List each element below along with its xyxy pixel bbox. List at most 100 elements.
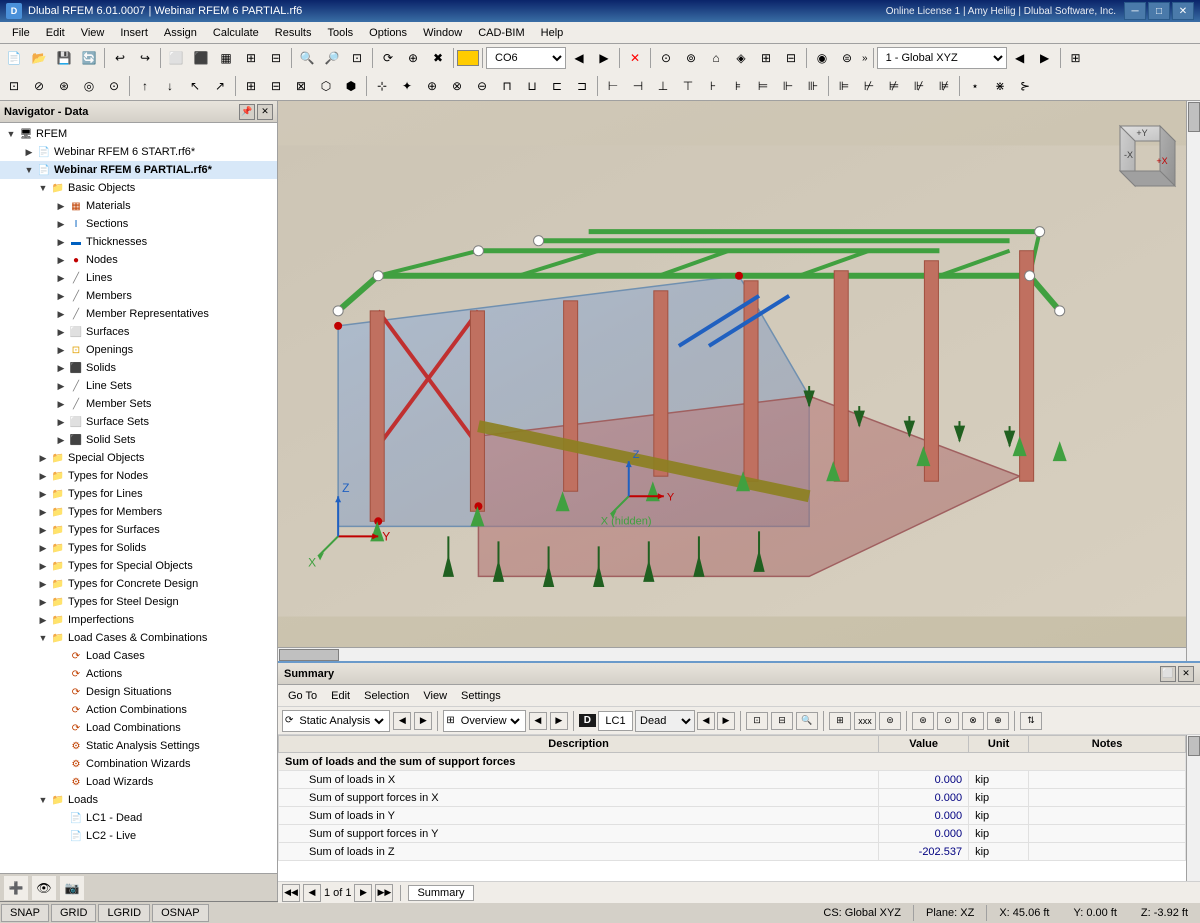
tb-disp[interactable]: ⊞ bbox=[1064, 46, 1088, 70]
tb-r3[interactable]: ✖ bbox=[426, 46, 450, 70]
tb2-b1[interactable]: ⊡ bbox=[2, 74, 26, 98]
viewport-vscrollbar[interactable] bbox=[1186, 101, 1200, 661]
viewport-hscroll-thumb[interactable] bbox=[279, 649, 339, 661]
osnap-btn[interactable]: OSNAP bbox=[152, 904, 209, 922]
tree-types-surfaces[interactable]: ▶ 📁 Types for Surfaces bbox=[0, 521, 277, 539]
tb2-b2[interactable]: ⊘ bbox=[27, 74, 51, 98]
sum-tb-icon-1[interactable]: ⊡ bbox=[746, 712, 768, 730]
tb-b1[interactable]: ⬜ bbox=[164, 46, 188, 70]
tb2-b33[interactable]: ⊫ bbox=[832, 74, 856, 98]
tree-openings[interactable]: ▶ ⊡ Openings bbox=[0, 341, 277, 359]
nav-pin-btn[interactable]: 📌 bbox=[239, 104, 255, 120]
tb2-b7[interactable]: ↓ bbox=[158, 74, 182, 98]
tb-r2[interactable]: ⊕ bbox=[401, 46, 425, 70]
tree-lc2[interactable]: 📄 LC2 - Live bbox=[0, 827, 277, 845]
tb2-b5[interactable]: ⊙ bbox=[102, 74, 126, 98]
co-dropdown[interactable]: CO6 bbox=[486, 47, 566, 69]
tb-icon-a[interactable]: ⊙ bbox=[654, 46, 678, 70]
summary-tab-label[interactable]: Summary bbox=[408, 885, 473, 901]
tb-refresh[interactable]: 🔄 bbox=[77, 46, 101, 70]
tb-b2[interactable]: ⬛ bbox=[189, 46, 213, 70]
tb2-b12[interactable]: ⊠ bbox=[289, 74, 313, 98]
tree-surfaces[interactable]: ▶ ⬜ Surfaces bbox=[0, 323, 277, 341]
tb-x-mark[interactable]: ✕ bbox=[623, 46, 647, 70]
tb2-b38[interactable]: ⋆ bbox=[963, 74, 987, 98]
tb-icon-b[interactable]: ⊚ bbox=[679, 46, 703, 70]
tb-view-next[interactable]: ▶ bbox=[1033, 46, 1057, 70]
tb2-b25[interactable]: ⊣ bbox=[626, 74, 650, 98]
nav-cube[interactable]: +Y -X +X bbox=[1100, 116, 1180, 196]
tb-save[interactable]: 💾 bbox=[52, 46, 76, 70]
lc-next-btn[interactable]: ▶ bbox=[717, 712, 735, 730]
tb-icon-g[interactable]: ◉ bbox=[810, 46, 834, 70]
summary-table-container[interactable]: Description Value Unit Notes Sum of load… bbox=[278, 735, 1186, 881]
sum-menu-settings[interactable]: Settings bbox=[455, 688, 507, 704]
tb-icon-e[interactable]: ⊞ bbox=[754, 46, 778, 70]
sum-tb-icon-7[interactable]: ⊛ bbox=[912, 712, 934, 730]
sum-tb-icon-3[interactable]: 🔍 bbox=[796, 712, 818, 730]
tree-types-lines[interactable]: ▶ 📁 Types for Lines bbox=[0, 485, 277, 503]
tree-lines[interactable]: ▶ ╱ Lines bbox=[0, 269, 277, 287]
tb2-b28[interactable]: ⊦ bbox=[701, 74, 725, 98]
viewport-vscroll-thumb[interactable] bbox=[1188, 102, 1200, 132]
tree-surface-sets[interactable]: ▶ ⬜ Surface Sets bbox=[0, 413, 277, 431]
nav-eye-btn[interactable]: 👁 bbox=[32, 876, 56, 900]
tree-load-cases[interactable]: ⟳ Load Cases bbox=[0, 647, 277, 665]
tb-b5[interactable]: ⊟ bbox=[264, 46, 288, 70]
color-box[interactable] bbox=[457, 50, 479, 66]
overview-control[interactable]: ⊞ Overview bbox=[443, 710, 525, 732]
tb-icon-c[interactable]: ⌂ bbox=[704, 46, 728, 70]
tb2-b8[interactable]: ↖ bbox=[183, 74, 207, 98]
view-dropdown[interactable]: 1 - Global XYZ bbox=[877, 47, 1007, 69]
lc-selector[interactable]: D Dead ◀ ▶ bbox=[579, 710, 735, 732]
tb-zoom-out[interactable]: 🔎 bbox=[320, 46, 344, 70]
tb-icon-d[interactable]: ◈ bbox=[729, 46, 753, 70]
page-prev-btn[interactable]: ◀ bbox=[303, 884, 321, 902]
sum-tb-icon-10[interactable]: ⊕ bbox=[987, 712, 1009, 730]
tb2-b24[interactable]: ⊢ bbox=[601, 74, 625, 98]
tb-co-prev[interactable]: ◀ bbox=[567, 46, 591, 70]
summary-expand-btn[interactable]: ⬜ bbox=[1160, 666, 1176, 682]
tb2-b37[interactable]: ⊯ bbox=[932, 74, 956, 98]
sum-menu-view[interactable]: View bbox=[417, 688, 453, 704]
tree-types-nodes[interactable]: ▶ 📁 Types for Nodes bbox=[0, 467, 277, 485]
sum-next-btn[interactable]: ▶ bbox=[414, 712, 432, 730]
tb2-b39[interactable]: ⋇ bbox=[988, 74, 1012, 98]
viewport-3d[interactable]: Y X Z Y X (hidden) bbox=[278, 101, 1200, 661]
tree-basic-objects[interactable]: ▼ 📁 Basic Objects bbox=[0, 179, 277, 197]
maximize-button[interactable]: □ bbox=[1148, 2, 1170, 20]
grid-btn[interactable]: GRID bbox=[51, 904, 97, 922]
menu-options[interactable]: Options bbox=[361, 25, 415, 41]
minimize-button[interactable]: ─ bbox=[1124, 2, 1146, 20]
lc-name-dropdown[interactable]: Dead bbox=[635, 710, 695, 732]
tree-imperfections[interactable]: ▶ 📁 Imperfections bbox=[0, 611, 277, 629]
tb-view-prev[interactable]: ◀ bbox=[1008, 46, 1032, 70]
analysis-type-control[interactable]: ⟳ Static Analysis bbox=[282, 710, 390, 732]
viewport-hscrollbar[interactable] bbox=[278, 647, 1186, 661]
tb-new[interactable]: 📄 bbox=[2, 46, 26, 70]
close-button[interactable]: ✕ bbox=[1172, 2, 1194, 20]
tb-redo[interactable]: ↪ bbox=[133, 46, 157, 70]
ov-next-btn[interactable]: ▶ bbox=[550, 712, 568, 730]
tb-fit[interactable]: ⊡ bbox=[345, 46, 369, 70]
sum-tb-icon-6[interactable]: ⊜ bbox=[879, 712, 901, 730]
menu-cad-bim[interactable]: CAD-BIM bbox=[470, 25, 532, 41]
tb2-b6[interactable]: ↑ bbox=[133, 74, 157, 98]
tb2-b17[interactable]: ⊕ bbox=[420, 74, 444, 98]
snap-btn[interactable]: SNAP bbox=[1, 904, 49, 922]
tb2-b35[interactable]: ⊭ bbox=[882, 74, 906, 98]
menu-file[interactable]: File bbox=[4, 25, 38, 41]
tree-solids[interactable]: ▶ ⬛ Solids bbox=[0, 359, 277, 377]
tree-file-2[interactable]: ▼ 📄 Webinar RFEM 6 PARTIAL.rf6* bbox=[0, 161, 277, 179]
menu-tools[interactable]: Tools bbox=[319, 25, 361, 41]
sum-menu-goto[interactable]: Go To bbox=[282, 688, 323, 704]
menu-calculate[interactable]: Calculate bbox=[205, 25, 267, 41]
tree-members[interactable]: ▶ ╱ Members bbox=[0, 287, 277, 305]
tb-undo[interactable]: ↩ bbox=[108, 46, 132, 70]
tree-load-wiz[interactable]: ⚙ Load Wizards bbox=[0, 773, 277, 791]
overview-dropdown[interactable]: Overview bbox=[457, 714, 523, 728]
tb2-b19[interactable]: ⊖ bbox=[470, 74, 494, 98]
menu-window[interactable]: Window bbox=[415, 25, 470, 41]
tree-thicknesses[interactable]: ▶ ▬ Thicknesses bbox=[0, 233, 277, 251]
tb2-b11[interactable]: ⊟ bbox=[264, 74, 288, 98]
